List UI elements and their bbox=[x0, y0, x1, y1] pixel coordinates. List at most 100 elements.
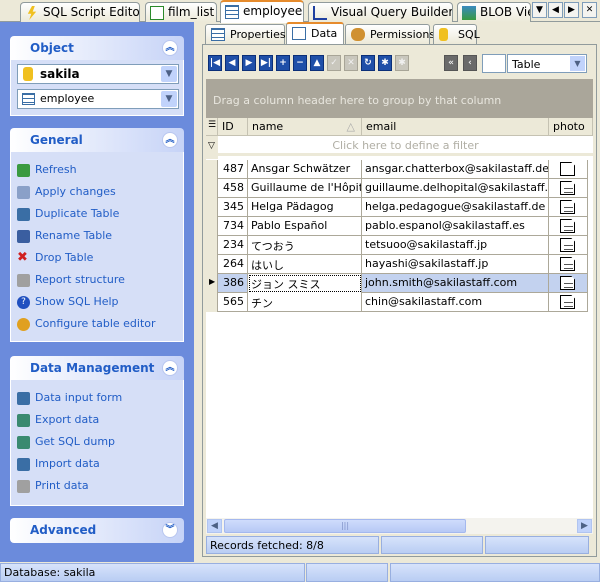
duplicate-table-link[interactable]: Duplicate Table bbox=[17, 206, 119, 224]
data-grid[interactable]: ☰ ID name △ email photo ▽ Click here to d… bbox=[206, 118, 593, 518]
column-header-email[interactable]: email bbox=[362, 118, 549, 136]
cell-name[interactable]: Helga Pädagog bbox=[248, 198, 362, 217]
print-data-link[interactable]: Print data bbox=[17, 478, 89, 496]
collapse-icon[interactable]: ︽ bbox=[162, 360, 178, 376]
configure-table-editor-link[interactable]: Configure table editor bbox=[17, 316, 156, 334]
close-tab-button[interactable]: ✕ bbox=[582, 2, 597, 18]
row-indicator[interactable] bbox=[206, 198, 218, 217]
cell-photo[interactable] bbox=[549, 217, 588, 236]
column-header-name[interactable]: name △ bbox=[248, 118, 362, 136]
refresh-link[interactable]: Refresh bbox=[17, 162, 77, 180]
scroll-left-button[interactable]: ◀ bbox=[207, 519, 222, 533]
cancel-edit-button[interactable]: ✕ bbox=[344, 55, 358, 71]
collapse-icon[interactable]: ︽ bbox=[162, 40, 178, 56]
page-input[interactable] bbox=[482, 54, 506, 73]
cell-id[interactable]: 458 bbox=[218, 179, 248, 198]
row-indicator[interactable] bbox=[206, 217, 218, 236]
column-header-photo[interactable]: photo bbox=[549, 118, 593, 136]
cell-photo[interactable] bbox=[549, 274, 588, 293]
filter-row[interactable]: Click here to define a filter bbox=[218, 136, 593, 156]
last-record-button[interactable]: ▶| bbox=[259, 55, 273, 71]
cell-email[interactable]: guillaume.delhopital@sakilastaff.es bbox=[362, 179, 549, 198]
post-edit-button[interactable]: ✓ bbox=[327, 55, 341, 71]
collapse-icon[interactable]: ︽ bbox=[162, 132, 178, 148]
cell-name[interactable]: Pablo Español bbox=[248, 217, 362, 236]
cell-id[interactable]: 386 bbox=[218, 274, 248, 293]
tab-sql[interactable]: SQL bbox=[433, 24, 480, 44]
row-indicator[interactable] bbox=[206, 293, 218, 312]
cell-name[interactable]: ジョン スミス bbox=[248, 274, 362, 293]
first-record-button[interactable]: |◀ bbox=[208, 55, 222, 71]
row-indicator[interactable] bbox=[206, 179, 218, 198]
view-mode-select[interactable]: Table ▼ bbox=[507, 54, 587, 73]
cell-photo[interactable] bbox=[549, 198, 588, 217]
prev-page-button[interactable]: ‹ bbox=[463, 55, 477, 71]
drop-table-link[interactable]: ✖ Drop Table bbox=[17, 250, 93, 268]
data-management-panel-header[interactable]: Data Management ︽ bbox=[10, 356, 184, 380]
tab-data[interactable]: Data bbox=[286, 22, 344, 45]
cell-email[interactable]: chin@sakilastaff.com bbox=[362, 293, 549, 312]
cell-email[interactable]: ansgar.chatterbox@sakilastaff.de bbox=[362, 160, 549, 179]
cell-id[interactable]: 264 bbox=[218, 255, 248, 274]
edit-record-button[interactable]: ▲ bbox=[310, 55, 324, 71]
row-indicator[interactable] bbox=[206, 160, 218, 179]
cell-email[interactable]: helga.pedagogue@sakilastaff.de bbox=[362, 198, 549, 217]
show-sql-help-link[interactable]: ? Show SQL Help bbox=[17, 294, 119, 312]
tab-scroll-right-button[interactable]: ▶ bbox=[564, 2, 579, 18]
tab-employee[interactable]: employee bbox=[220, 0, 304, 23]
table-row[interactable]: 487 Ansgar Schwätzer ansgar.chatterbox@s… bbox=[206, 160, 588, 179]
apply-changes-link[interactable]: Apply changes bbox=[17, 184, 116, 202]
tab-sql-script-editor[interactable]: SQL Script Editor bbox=[20, 2, 140, 22]
tab-film-list[interactable]: film_list bbox=[145, 2, 217, 22]
cell-id[interactable]: 565 bbox=[218, 293, 248, 312]
refresh-button[interactable]: ↻ bbox=[361, 55, 375, 71]
tab-scroll-left-button[interactable]: ◀ bbox=[548, 2, 563, 18]
scroll-thumb[interactable]: ||| bbox=[224, 519, 466, 533]
cell-photo[interactable] bbox=[549, 293, 588, 312]
object-panel-header[interactable]: Object ︽ bbox=[10, 36, 184, 60]
table-row[interactable]: 565 チン chin@sakilastaff.com bbox=[206, 293, 588, 312]
cell-name[interactable]: チン bbox=[248, 293, 362, 312]
rename-table-link[interactable]: Rename Table bbox=[17, 228, 112, 246]
cell-name[interactable]: Ansgar Schwätzer bbox=[248, 160, 362, 179]
tab-list-button[interactable]: ▼ bbox=[532, 2, 547, 18]
cell-photo[interactable] bbox=[549, 255, 588, 274]
cell-id[interactable]: 734 bbox=[218, 217, 248, 236]
cell-name[interactable]: はいし bbox=[248, 255, 362, 274]
cell-photo[interactable] bbox=[549, 236, 588, 255]
column-chooser-icon[interactable]: ☰ bbox=[206, 118, 218, 136]
cell-name[interactable]: Guillaume de l'Hôpital bbox=[248, 179, 362, 198]
cell-photo[interactable] bbox=[549, 160, 588, 179]
first-page-button[interactable]: « bbox=[444, 55, 458, 71]
export-data-link[interactable]: Export data bbox=[17, 412, 99, 430]
filter-icon[interactable]: ▽ bbox=[206, 136, 218, 159]
table-row[interactable]: 264 はいし hayashi@sakilastaff.jp bbox=[206, 255, 588, 274]
cell-id[interactable]: 234 bbox=[218, 236, 248, 255]
delete-record-button[interactable]: − bbox=[293, 55, 307, 71]
row-indicator[interactable] bbox=[206, 236, 218, 255]
prev-record-button[interactable]: ◀ bbox=[225, 55, 239, 71]
table-row[interactable]: 345 Helga Pädagog helga.pedagogue@sakila… bbox=[206, 198, 588, 217]
database-select[interactable]: sakila ▼ bbox=[17, 64, 179, 84]
scroll-right-button[interactable]: ▶ bbox=[577, 519, 592, 533]
tab-visual-query-builder[interactable]: Visual Query Builder bbox=[308, 2, 453, 22]
tab-blob-viewer[interactable]: BLOB Viewer bbox=[457, 2, 531, 22]
table-row[interactable]: 458 Guillaume de l'Hôpital guillaume.del… bbox=[206, 179, 588, 198]
group-by-panel[interactable]: Drag a column header here to group by th… bbox=[206, 79, 593, 119]
table-row[interactable]: ▶ 386 ジョン スミス john.smith@sakilastaff.com bbox=[206, 274, 588, 293]
cell-photo[interactable] bbox=[549, 179, 588, 198]
general-panel-header[interactable]: General ︽ bbox=[10, 128, 184, 152]
get-sql-dump-link[interactable]: Get SQL dump bbox=[17, 434, 115, 452]
expand-icon[interactable]: ︾ bbox=[162, 522, 178, 538]
clear-filter-button[interactable]: ✱ bbox=[395, 55, 409, 71]
apply-filter-button[interactable]: ✱ bbox=[378, 55, 392, 71]
cell-name[interactable]: てつおう bbox=[248, 236, 362, 255]
column-header-id[interactable]: ID bbox=[218, 118, 248, 136]
import-data-link[interactable]: Import data bbox=[17, 456, 100, 474]
advanced-panel-header[interactable]: Advanced ︾ bbox=[10, 518, 184, 543]
insert-record-button[interactable]: + bbox=[276, 55, 290, 71]
row-indicator[interactable] bbox=[206, 255, 218, 274]
cell-email[interactable]: tetsuoo@sakilastaff.jp bbox=[362, 236, 549, 255]
table-select[interactable]: employee ▼ bbox=[17, 89, 179, 109]
cell-email[interactable]: john.smith@sakilastaff.com bbox=[362, 274, 549, 293]
